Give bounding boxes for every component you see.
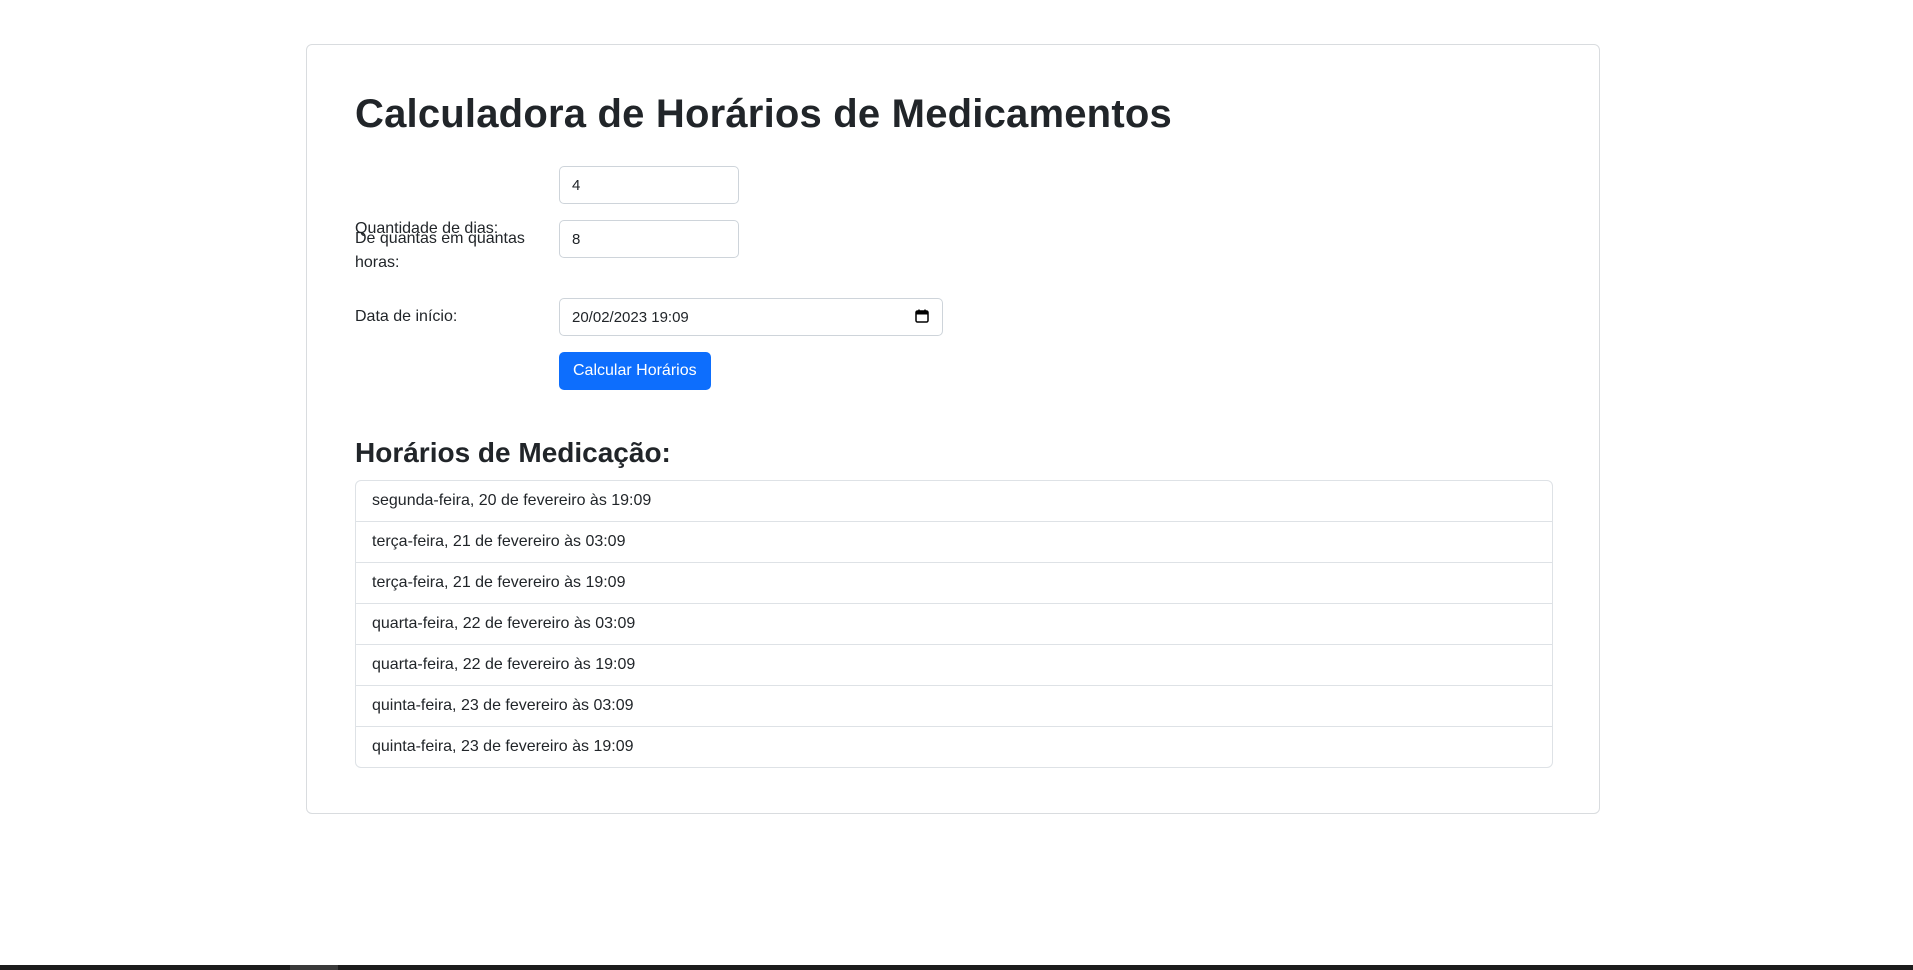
interval-input-value: 8 <box>572 230 581 248</box>
list-item: quinta-feira, 23 de fevereiro às 03:09 <box>356 686 1552 727</box>
list-item: quinta-feira, 23 de fevereiro às 19:09 <box>372 738 634 755</box>
calculate-button[interactable]: Calcular Horários <box>559 352 711 390</box>
schedule-list: segunda-feira, 20 de fevereiro às 19:09 … <box>355 480 1553 768</box>
start-date-label: Data de início: <box>355 308 458 325</box>
taskbar-item[interactable] <box>290 965 338 970</box>
page-title: Calculadora de Horários de Medicamentos <box>355 92 1172 136</box>
days-input[interactable]: 4 <box>559 166 739 204</box>
days-input-value: 4 <box>572 176 581 194</box>
start-date-input-value: 20/02/2023 19:09 <box>572 308 689 326</box>
list-item: segunda-feira, 20 de fevereiro às 19:09 <box>356 481 1552 522</box>
interval-label: De quantas em quantas horas: <box>355 230 525 271</box>
list-item: quarta-feira, 22 de fevereiro às 03:09 <box>356 604 1552 645</box>
list-item: terça-feira, 21 de fevereiro às 19:09 <box>356 563 1552 604</box>
list-item: quarta-feira, 22 de fevereiro às 19:09 <box>356 645 1552 686</box>
taskbar <box>0 965 1913 970</box>
interval-input[interactable]: 8 <box>559 220 739 258</box>
calculator-card: Calculadora de Horários de Medicamentos … <box>306 44 1600 814</box>
schedule-heading: Horários de Medicação: <box>355 437 671 468</box>
start-date-input[interactable]: 20/02/2023 19:09 <box>559 298 943 336</box>
calendar-icon[interactable] <box>915 309 929 323</box>
list-item: terça-feira, 21 de fevereiro às 03:09 <box>356 522 1552 563</box>
